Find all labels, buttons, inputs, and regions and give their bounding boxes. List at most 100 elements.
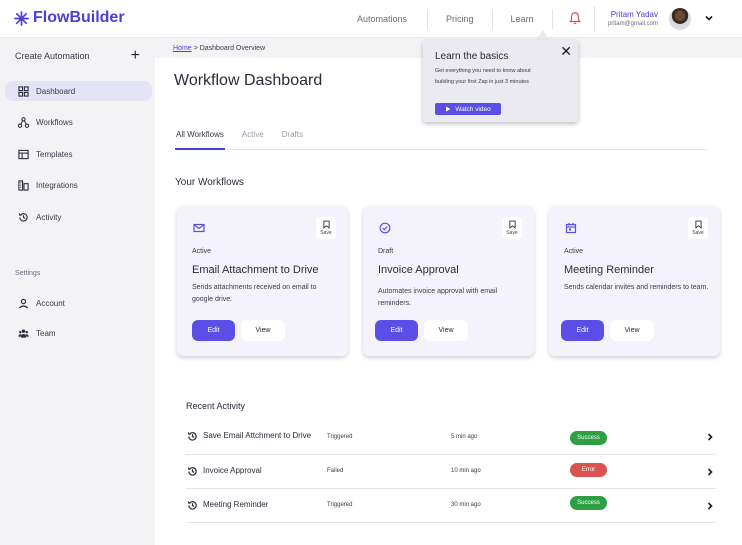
- sidebar-item-account[interactable]: Account: [5, 293, 152, 313]
- learn-popup: Learn the basics Get everything you need…: [423, 40, 578, 122]
- tab-all-workflows[interactable]: All Workflows: [175, 130, 225, 150]
- sidebar-item-label: Dashboard: [36, 86, 76, 96]
- breadcrumb-home-link[interactable]: Home: [173, 45, 192, 52]
- page-title: Workflow Dashboard: [174, 72, 323, 89]
- sidebar-item-label: Integrations: [36, 180, 78, 190]
- history-icon: [187, 501, 197, 510]
- card-title: Email Attachment to Drive: [192, 264, 319, 276]
- logo-text: FlowBuilder: [33, 9, 125, 26]
- save-button[interactable]: Save: [502, 217, 522, 239]
- sidebar-item-team[interactable]: Team: [5, 323, 152, 343]
- activity-name: Meeting Reminder: [203, 500, 269, 509]
- edit-button[interactable]: Edit: [192, 320, 235, 341]
- activity-status: Triggered: [327, 434, 353, 440]
- activity-name: Save Email Attchment to Drive: [203, 431, 312, 440]
- calendar-icon: [565, 221, 581, 237]
- workflow-card: Save Active Email Attachment to Drive Se…: [177, 206, 348, 356]
- card-status: Draft: [378, 248, 394, 255]
- recent-activity-title: Recent Activity: [186, 401, 246, 411]
- save-label: Save: [692, 230, 704, 236]
- chevron-right-icon[interactable]: [706, 433, 714, 441]
- nav-pricing[interactable]: Pricing: [428, 9, 493, 29]
- card-title: Invoice Approval: [378, 264, 459, 276]
- card-title: Meeting Reminder: [564, 264, 654, 276]
- card-description: Sends calendar invites and reminders to …: [564, 284, 709, 291]
- logo[interactable]: FlowBuilder: [14, 9, 125, 27]
- bookmark-icon: [322, 220, 330, 229]
- view-button[interactable]: View: [241, 320, 285, 341]
- view-button[interactable]: View: [610, 320, 654, 341]
- tab-active[interactable]: Active: [241, 130, 265, 150]
- create-automation-label: Create Automation: [15, 51, 90, 61]
- status-badge: Success: [570, 431, 607, 445]
- integrations-icon: [18, 179, 29, 191]
- sidebar-item-label: Templates: [36, 149, 73, 159]
- breadcrumb-current: > Dashboard Overview: [193, 44, 266, 52]
- close-icon[interactable]: ✕: [560, 43, 572, 60]
- sidebar-item-label: Activity: [36, 212, 62, 222]
- view-button[interactable]: View: [424, 320, 468, 341]
- activity-time: 10 min ago: [451, 468, 481, 474]
- chevron-right-icon[interactable]: [706, 468, 714, 476]
- nav-automations[interactable]: Automations: [337, 9, 429, 29]
- history-icon: [187, 467, 197, 476]
- chevron-right-icon[interactable]: [706, 502, 714, 510]
- card-status: Active: [564, 248, 584, 255]
- workflow-card: Save Active Meeting Reminder Sends calen…: [549, 206, 720, 356]
- status-badge: Success: [570, 496, 607, 510]
- watch-video-label: Watch video: [455, 105, 491, 113]
- activity-name: Invoice Approval: [203, 466, 262, 475]
- topbar-divider: [594, 6, 595, 32]
- save-button[interactable]: Save: [316, 217, 336, 239]
- sidebar: Create Automation + Dashboard Workflows …: [0, 38, 155, 545]
- popup-title: Learn the basics: [435, 51, 509, 62]
- section-title: Your Workflows: [175, 177, 244, 188]
- bookmark-icon: [694, 220, 702, 229]
- card-description: Sends attachments received on email to g…: [192, 284, 317, 303]
- popup-text: Get everything you need to know about bu…: [435, 68, 531, 85]
- sidebar-item-activity[interactable]: Activity: [5, 207, 152, 227]
- save-label: Save: [506, 230, 518, 236]
- tab-drafts[interactable]: Drafts: [281, 130, 304, 150]
- workflow-card: Save Draft Invoice Approval Automates in…: [363, 206, 534, 356]
- edit-button[interactable]: Edit: [561, 320, 604, 341]
- sidebar-item-label: Team: [36, 328, 56, 338]
- history-icon: [187, 432, 197, 441]
- activity-time: 30 min ago: [451, 502, 481, 508]
- save-button[interactable]: Save: [688, 217, 708, 239]
- watch-video-button[interactable]: Watch video: [435, 103, 501, 115]
- plus-icon[interactable]: +: [131, 48, 140, 64]
- table-row[interactable]: Save Email Attchment to Drive Triggered …: [186, 424, 716, 455]
- sidebar-item-dashboard[interactable]: Dashboard: [5, 81, 152, 101]
- asterisk-logo-icon: [14, 10, 29, 26]
- popup-arrow: [536, 30, 550, 40]
- sidebar-item-workflows[interactable]: Workflows: [5, 112, 152, 132]
- chevron-down-icon[interactable]: [704, 13, 714, 23]
- card-status: Active: [192, 248, 212, 255]
- notification-bell-icon[interactable]: [568, 11, 584, 27]
- sidebar-item-label: Workflows: [36, 117, 73, 127]
- activity-icon: [18, 212, 28, 222]
- activity-status: Failed: [327, 468, 344, 474]
- avatar[interactable]: [669, 8, 691, 30]
- create-automation-row[interactable]: Create Automation +: [15, 48, 140, 64]
- save-label: Save: [320, 230, 332, 236]
- user-name: Pritam Yadav: [610, 10, 658, 19]
- edit-button[interactable]: Edit: [375, 320, 418, 341]
- table-row[interactable]: Meeting Reminder Triggered 30 min ago Su…: [186, 489, 716, 523]
- sidebar-item-templates[interactable]: Templates: [5, 144, 152, 164]
- workflow-tabs: All Workflows Active Drafts: [175, 130, 707, 150]
- dashboard-icon: [18, 85, 29, 97]
- sidebar-item-label: Account: [36, 298, 65, 308]
- activity-status: Triggered: [327, 502, 353, 508]
- templates-icon: [18, 149, 29, 159]
- bookmark-icon: [508, 220, 516, 229]
- sidebar-item-integrations[interactable]: Integrations: [5, 175, 152, 195]
- table-row[interactable]: Invoice Approval Failed 10 min ago Error: [186, 455, 716, 489]
- user-email: pritam@gmail.com: [607, 21, 658, 27]
- settings-heading: Settings: [15, 270, 41, 277]
- nav-learn[interactable]: Learn: [493, 9, 553, 29]
- mail-icon: [193, 221, 209, 237]
- card-description: Automates invoice approval with email re…: [378, 288, 498, 307]
- top-nav: Automations Pricing Learn: [337, 0, 553, 38]
